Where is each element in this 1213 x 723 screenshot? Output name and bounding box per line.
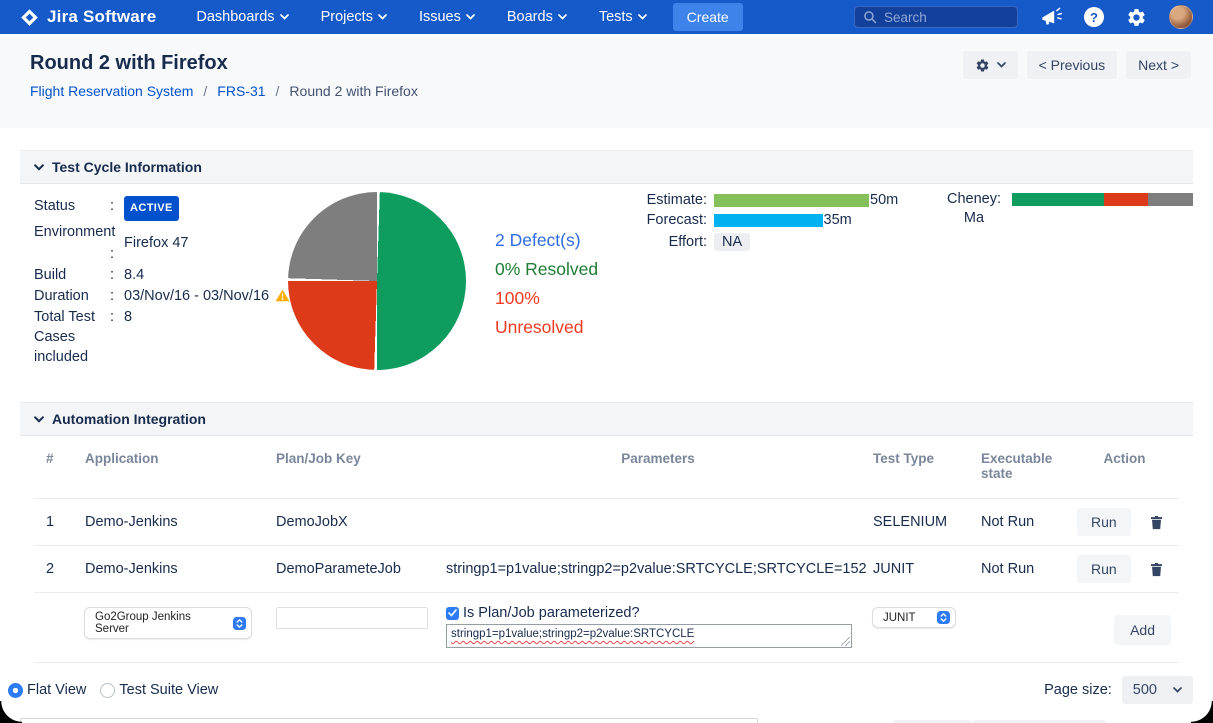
select-stepper-icon: [233, 616, 246, 630]
nav-item-projects[interactable]: Projects: [321, 9, 387, 25]
breadcrumb: Flight Reservation System / FRS-31 / Rou…: [30, 83, 418, 99]
parameterized-checkbox[interactable]: [446, 606, 459, 620]
view-toggle-row: Flat View Test Suite View Page size: 500: [8, 676, 1193, 704]
table-header-row: # Application Plan/Job Key Parameters Te…: [34, 436, 1179, 499]
test-suite-view-label[interactable]: Test Suite View: [119, 682, 218, 698]
breadcrumb-current: Round 2 with Firefox: [289, 83, 418, 99]
table-row: 2 Demo-Jenkins DemoParameteJob stringp1=…: [34, 546, 1179, 593]
search-icon: [863, 10, 877, 24]
total-tests-field: Total Test Cases included: 8: [34, 308, 133, 365]
status-badge: ACTIVE: [124, 196, 179, 221]
add-button[interactable]: Add: [1114, 615, 1171, 645]
global-search[interactable]: [854, 6, 1018, 28]
run-button[interactable]: Run: [1077, 508, 1131, 536]
parameters-textarea[interactable]: stringp1=p1value;stringp2=p2value:SRTCYC…: [446, 624, 852, 648]
chevron-down-icon: [279, 14, 289, 20]
test-type-select[interactable]: JUNIT: [872, 607, 956, 628]
breadcrumb-project-link[interactable]: Flight Reservation System: [30, 83, 193, 99]
effort-value-badge: NA: [714, 233, 751, 251]
forecast-row: Forecast: 35m: [646, 212, 852, 228]
test-cycle-section: Test Cycle Information Status: ACTIVE En…: [20, 150, 1193, 382]
chevron-down-icon: [1173, 687, 1182, 693]
flat-view-radio[interactable]: [8, 682, 23, 698]
run-button[interactable]: Run: [1077, 555, 1131, 583]
page-size-select[interactable]: 500: [1121, 676, 1193, 704]
next-button[interactable]: Next >: [1126, 51, 1191, 79]
gear-icon: [975, 58, 990, 73]
delete-icon[interactable]: [1150, 562, 1163, 577]
test-suite-view-radio[interactable]: [100, 682, 116, 698]
execution-pie-chart: [288, 192, 466, 370]
parameterized-label: Is Plan/Job parameterized?: [463, 605, 640, 621]
defect-count[interactable]: 2 Defect(s): [495, 226, 630, 255]
section-title: Automation Integration: [52, 411, 206, 427]
page-size-label: Page size:: [1044, 682, 1112, 698]
environment-field: Environment: Firefox 47: [34, 223, 189, 262]
help-icon[interactable]: ?: [1084, 7, 1104, 27]
contains-text-input[interactable]: [20, 718, 758, 723]
automation-section-header[interactable]: Automation Integration: [20, 402, 1193, 436]
nav-menu: Dashboards Projects Issues Boards Tests: [196, 9, 647, 25]
megaphone-icon[interactable]: [1040, 7, 1062, 27]
gear-icon[interactable]: [1126, 7, 1147, 28]
automation-table: # Application Plan/Job Key Parameters Te…: [20, 436, 1193, 663]
page-header: Round 2 with Firefox Flight Reservation …: [0, 34, 1213, 128]
nav-item-issues[interactable]: Issues: [419, 9, 475, 25]
assignee-name: Cheney: Ma: [946, 191, 1001, 226]
user-avatar[interactable]: [1169, 5, 1193, 29]
test-cycle-section-header[interactable]: Test Cycle Information: [20, 150, 1193, 184]
select-stepper-icon: [937, 611, 950, 624]
defects-unresolved: 100% Unresolved: [495, 288, 584, 337]
nav-item-tests[interactable]: Tests: [599, 9, 647, 25]
create-button[interactable]: Create: [672, 3, 743, 31]
assignee-progress: Cheney: Ma: [941, 190, 1193, 228]
estimate-bar: [714, 193, 869, 207]
nav-item-dashboards[interactable]: Dashboards: [196, 9, 289, 25]
status-field: Status: ACTIVE: [34, 196, 284, 221]
cycle-fields: Status: ACTIVE Environment: Firefox 47 B…: [34, 196, 290, 367]
jira-logo[interactable]: Jira Software: [20, 7, 156, 27]
flat-view-label[interactable]: Flat View: [27, 682, 86, 698]
breadcrumb-issue-link[interactable]: FRS-31: [217, 83, 265, 99]
delete-icon[interactable]: [1150, 515, 1163, 530]
section-title: Test Cycle Information: [52, 159, 202, 175]
effort-metrics: Estimate: 50m Forecast: 35m Effort: NA: [632, 190, 898, 252]
top-nav: Jira Software Dashboards Projects Issues…: [0, 0, 1213, 34]
nav-item-boards[interactable]: Boards: [507, 9, 567, 25]
automation-section: Automation Integration # Application Pla…: [20, 402, 1193, 663]
plan-job-key-input[interactable]: [276, 607, 428, 629]
chevron-down-icon: [557, 14, 567, 20]
cycle-settings-button[interactable]: [962, 51, 1018, 79]
build-field: Build: 8.4: [34, 266, 145, 283]
brand-label: Jira Software: [47, 7, 157, 26]
effort-row: Effort: NA: [632, 232, 898, 252]
server-select[interactable]: Go2Group Jenkins Server: [84, 607, 252, 639]
forecast-bar: [714, 213, 823, 227]
assignee-progress-bar: [1012, 193, 1193, 206]
defect-summary: 2 Defect(s) 0% Resolved 100% Unresolved: [495, 226, 630, 342]
collapse-chevron-icon: [34, 415, 44, 423]
table-row: 1 Demo-Jenkins DemoJobX SELENIUM Not Run…: [34, 499, 1179, 546]
duration-field: Duration: 03/Nov/16 - 03/Nov/16: [34, 286, 290, 306]
chevron-down-icon: [637, 14, 647, 20]
chevron-down-icon: [378, 14, 387, 20]
filter-toolbar: ? JQL Search Adjust Bulk Operation Colum…: [0, 715, 1213, 723]
search-input[interactable]: [884, 9, 1009, 25]
chevron-down-icon: [996, 62, 1006, 68]
add-automation-form: Go2Group Jenkins Server Is Plan/Job para…: [34, 593, 1179, 663]
jira-diamond-icon: [20, 8, 39, 27]
defects-resolved: 0% Resolved: [495, 259, 599, 279]
previous-button[interactable]: < Previous: [1026, 51, 1118, 79]
chevron-down-icon: [466, 14, 475, 20]
collapse-chevron-icon: [34, 163, 44, 171]
resize-grip[interactable]: [841, 637, 850, 646]
estimate-row: Estimate: 50m: [646, 192, 899, 208]
